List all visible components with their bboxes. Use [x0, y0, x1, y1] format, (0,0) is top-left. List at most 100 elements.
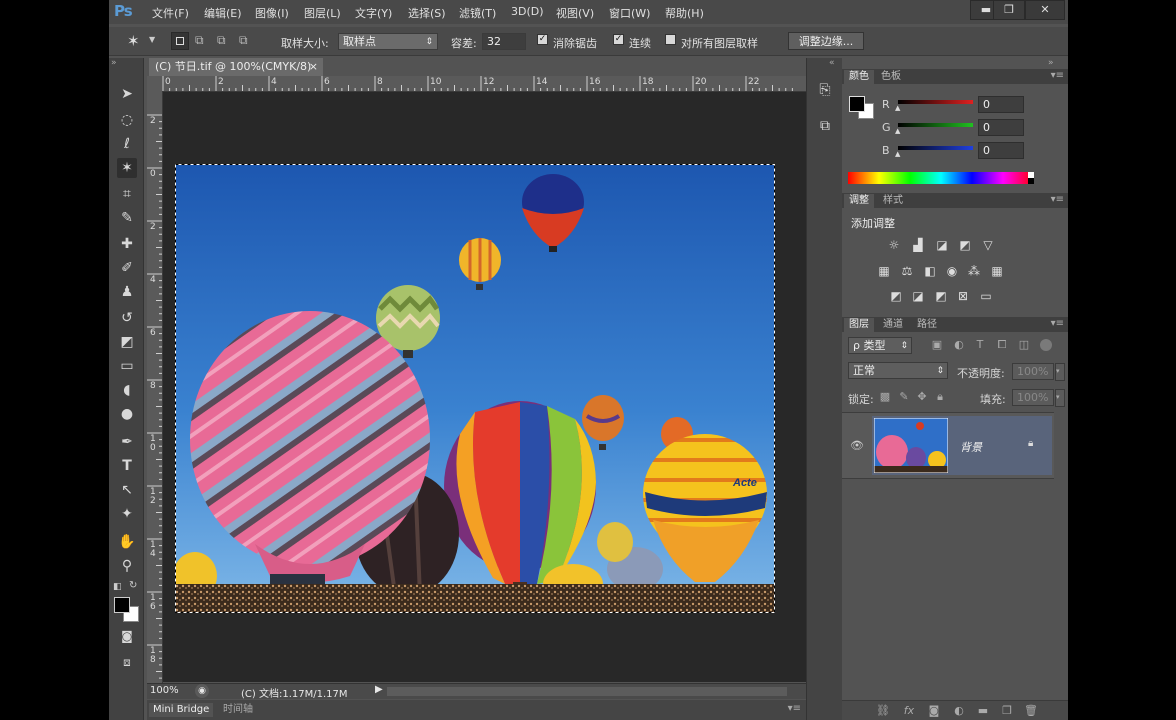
filter-shape-icon[interactable]: ⧠ [995, 338, 1009, 352]
status-info-icon[interactable]: ◉ [195, 684, 209, 698]
type-tool-icon[interactable]: T [117, 456, 137, 476]
lock-transparency-icon[interactable]: ▩ [878, 390, 892, 404]
contiguous-checkbox[interactable]: ✓ [613, 34, 624, 45]
tab-adjustments[interactable]: 调整 [844, 194, 874, 208]
antialias-checkbox[interactable]: ✓ [537, 34, 548, 45]
fill-dropdown-icon[interactable]: ▾ [1055, 389, 1065, 407]
hue-saturation-icon[interactable]: ▦ [876, 264, 892, 278]
collapse-right-icon[interactable]: » [1048, 58, 1054, 68]
adjust-panel-menu-icon[interactable]: ▾≡ [1051, 194, 1064, 205]
brush-tool-icon[interactable]: ✐ [117, 258, 137, 278]
posterize-icon[interactable]: ◪ [910, 289, 926, 303]
preset-dropdown-icon[interactable]: ▼ [149, 35, 155, 44]
tab-channels[interactable]: 通道 [878, 318, 908, 332]
zoom-tool-icon[interactable]: ⚲ [117, 556, 137, 576]
exposure-icon[interactable]: ◩ [957, 238, 973, 252]
fg-color-swatch[interactable] [849, 96, 865, 112]
zoom-level[interactable]: 100% [150, 685, 179, 696]
hand-tool-icon[interactable]: ✋ [117, 532, 137, 552]
gradient-map-icon[interactable]: ▭ [978, 289, 994, 303]
move-tool-icon[interactable]: ➤ [117, 84, 137, 104]
stamp-tool-icon[interactable]: ♟ [117, 282, 137, 302]
collapse-icon[interactable]: » [111, 58, 117, 68]
layer-name[interactable]: 背景 [960, 439, 982, 455]
magic-wand-preset-icon[interactable]: ✶ [127, 32, 140, 50]
layer-filter-select[interactable]: ρ 类型 ⇕ [848, 337, 912, 354]
lasso-tool-icon[interactable]: ℓ [117, 134, 137, 154]
default-colors-icon[interactable]: ◧ [113, 582, 122, 592]
crop-tool-icon[interactable]: ⌗ [117, 184, 137, 204]
levels-icon[interactable]: ▟ [910, 238, 926, 252]
document-tab[interactable]: (C) 节日.tif @ 100%(CMYK/8) × [149, 58, 323, 76]
eraser-tool-icon[interactable]: ◩ [117, 332, 137, 352]
new-selection-icon[interactable] [171, 32, 189, 50]
menu-edit[interactable]: 编辑(E) [204, 5, 242, 21]
menu-help[interactable]: 帮助(H) [665, 5, 704, 21]
marquee-tool-icon[interactable]: ◌ [117, 110, 137, 130]
photo-filter-icon[interactable]: ◉ [944, 264, 960, 278]
magic-wand-tool-icon[interactable]: ✶ [117, 158, 137, 178]
blend-mode-select[interactable]: 正常 ⇕ [848, 362, 948, 379]
black-white-icon[interactable]: ◧ [922, 264, 938, 278]
tab-timeline[interactable]: 时间轴 [219, 703, 257, 717]
new-layer-icon[interactable]: ❐ [1000, 704, 1014, 718]
balloon-image[interactable]: Acte [175, 164, 775, 613]
panel-menu-icon[interactable]: ▾≡ [788, 703, 801, 714]
restore-button[interactable]: ❐ [993, 0, 1025, 20]
vibrance-icon[interactable]: ▽ [980, 238, 996, 252]
menu-view[interactable]: 视图(V) [556, 5, 594, 21]
quick-mask-icon[interactable]: ◙ [117, 626, 137, 646]
add-selection-icon[interactable]: ⧉ [195, 33, 204, 48]
filter-pixel-icon[interactable]: ▣ [930, 338, 944, 352]
color-spectrum-bar[interactable] [848, 172, 1034, 184]
layer-row[interactable]: 👁︎ 背景 🔒︎ [842, 412, 1054, 479]
tolerance-input[interactable]: 32 [482, 33, 526, 50]
eyedropper-tool-icon[interactable]: ✎ [117, 208, 137, 228]
pen-tool-icon[interactable]: ✒ [117, 432, 137, 452]
channel-b-slider[interactable] [898, 146, 973, 150]
menu-file[interactable]: 文件(F) [152, 5, 189, 21]
path-select-tool-icon[interactable]: ↖ [117, 480, 137, 500]
tab-mini-bridge[interactable]: Mini Bridge [149, 703, 214, 717]
close-button[interactable]: ✕ [1025, 0, 1065, 20]
opacity-input[interactable]: 100% [1012, 363, 1054, 380]
lock-position-icon[interactable]: ✥ [915, 390, 929, 404]
status-menu-arrow-icon[interactable]: ▶ [375, 684, 383, 695]
slider-r-handle-icon[interactable]: ▲ [895, 104, 900, 112]
close-tab-icon[interactable]: × [309, 58, 318, 76]
gradient-tool-icon[interactable]: ▭ [117, 356, 137, 376]
color-panel-menu-icon[interactable]: ▾≡ [1051, 70, 1064, 81]
tab-color[interactable]: 颜色 [844, 70, 874, 84]
tab-swatches[interactable]: 色板 [876, 70, 906, 84]
menu-layer[interactable]: 图层(L) [304, 5, 341, 21]
menu-type[interactable]: 文字(Y) [355, 5, 392, 21]
swap-colors-icon[interactable]: ↻ [129, 580, 137, 591]
filter-toggle[interactable] [1040, 339, 1052, 351]
curves-icon[interactable]: ◪ [934, 238, 950, 252]
channel-r-slider[interactable] [898, 100, 973, 104]
lock-all-icon[interactable]: 🔒︎ [933, 390, 947, 404]
slider-g-handle-icon[interactable]: ▲ [895, 127, 900, 135]
color-lookup-icon[interactable]: ▦ [989, 264, 1005, 278]
channel-r-input[interactable]: 0 [978, 96, 1024, 113]
filter-smart-icon[interactable]: ◫ [1017, 338, 1031, 352]
channel-b-input[interactable]: 0 [978, 142, 1024, 159]
slider-b-handle-icon[interactable]: ▲ [895, 150, 900, 158]
selective-color-icon[interactable]: ⊠ [955, 289, 971, 303]
screen-mode-icon[interactable]: ⧈ [117, 652, 137, 672]
new-adjustment-icon[interactable]: ◐ [952, 704, 966, 718]
lock-pixels-icon[interactable]: ✎ [897, 390, 911, 404]
channel-g-input[interactable]: 0 [978, 119, 1024, 136]
opacity-dropdown-icon[interactable]: ▾ [1055, 363, 1065, 381]
menu-filter[interactable]: 滤镜(T) [459, 5, 496, 21]
filter-type-icon[interactable]: T [973, 338, 987, 352]
filter-adjust-icon[interactable]: ◐ [952, 338, 966, 352]
intersect-selection-icon[interactable]: ⧉ [239, 33, 248, 48]
layer-style-icon[interactable]: fx [902, 704, 916, 718]
menu-window[interactable]: 窗口(W) [609, 5, 650, 21]
tab-styles[interactable]: 样式 [878, 194, 908, 208]
color-balance-icon[interactable]: ⚖ [899, 264, 915, 278]
subtract-selection-icon[interactable]: ⧉ [217, 33, 226, 48]
brightness-icon[interactable]: ☼ [886, 238, 902, 252]
visibility-eye-icon[interactable]: 👁︎ [850, 439, 864, 452]
